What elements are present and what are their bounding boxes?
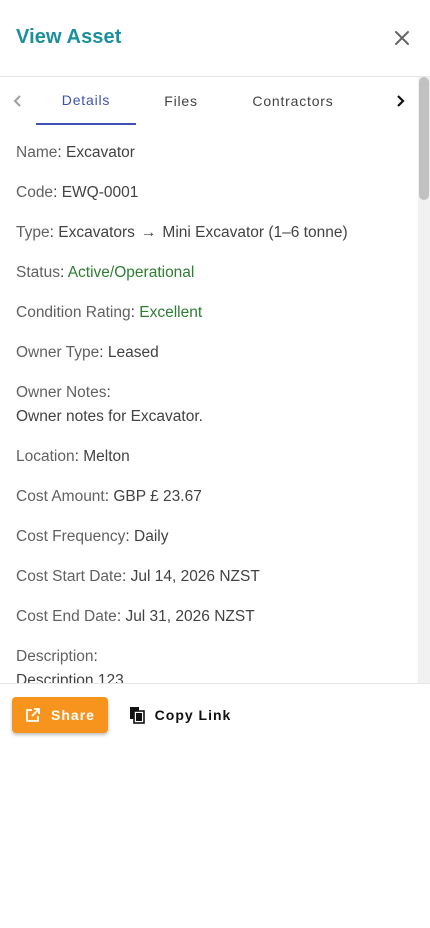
field-owner-type: Owner Type: Leased (16, 344, 159, 361)
field-value: Jul 14, 2026 NZST (130, 568, 260, 585)
tab-files[interactable]: Files (136, 77, 226, 125)
scrollbar-thumb[interactable] (419, 77, 429, 200)
field-label: Location (16, 448, 75, 465)
close-icon (395, 31, 409, 45)
field-label: Cost Start Date (16, 568, 122, 585)
field-type: Type: Excavators → Mini Excavator (1–6 ton… (16, 224, 348, 241)
tab-contractors[interactable]: Contractors (226, 77, 360, 125)
field-label: Owner Type (16, 344, 100, 361)
field-cost-start-date: Cost Start Date: Jul 14, 2026 NZST (16, 568, 260, 585)
field-label: Condition Rating (16, 304, 131, 321)
field-value: Jul 31, 2026 NZST (125, 608, 255, 625)
chevron-left-icon (13, 95, 21, 107)
field-label: Cost Amount (16, 488, 105, 505)
details-panel: Name: Excavator Code: EWQ-0001 Type: Exc… (0, 125, 418, 683)
field-value: Daily (134, 528, 169, 545)
type-subcategory: Mini Excavator (1–6 tonne) (162, 224, 348, 241)
content-scrollbar[interactable] (418, 77, 430, 683)
field-value: GBP £ 23.67 (113, 488, 202, 505)
field-cost-amount: Cost Amount: GBP £ 23.67 (16, 488, 202, 505)
field-value: EWQ-0001 (61, 184, 139, 201)
field-label: Code (16, 184, 54, 201)
field-cost-frequency: Cost Frequency: Daily (16, 528, 169, 545)
tab-scroll-left-button[interactable] (0, 77, 36, 125)
arrow-right-icon: → (140, 224, 157, 241)
field-label: Name (16, 144, 58, 161)
field-label: Owner Notes (16, 384, 107, 401)
field-label: Cost Frequency (16, 528, 126, 545)
field-label: Cost End Date (16, 608, 117, 625)
field-name: Name: Excavator (16, 144, 135, 161)
field-value: Melton (83, 448, 130, 465)
field-value: Excavator (65, 144, 135, 161)
close-button[interactable] (390, 26, 414, 50)
field-description: Description: (16, 648, 98, 665)
share-label: Share (51, 707, 95, 723)
field-location: Location: Melton (16, 448, 130, 465)
chevron-right-icon (397, 95, 405, 107)
tab-details[interactable]: Details (36, 77, 136, 125)
status-value: Active/Operational (67, 264, 195, 281)
field-label: Status (16, 264, 60, 281)
field-status: Status: Active/Operational (16, 264, 195, 281)
dialog-title: View Asset (16, 26, 122, 48)
field-owner-notes: Owner Notes: (16, 384, 111, 401)
condition-value: Excellent (139, 304, 203, 321)
description-value: Description 123 (16, 672, 124, 683)
field-cost-end-date: Cost End Date: Jul 31, 2026 NZST (16, 608, 255, 625)
dialog-header: View Asset (0, 0, 430, 77)
field-value: Leased (107, 344, 159, 361)
open-in-new-icon (26, 708, 40, 722)
share-button[interactable]: Share (12, 697, 108, 733)
footer-divider (0, 683, 430, 684)
field-code: Code: EWQ-0001 (16, 184, 139, 201)
field-label: Description (16, 648, 94, 665)
field-label: Type (16, 224, 50, 241)
copy-link-button[interactable]: Copy Link (122, 697, 238, 733)
type-category: Excavators (58, 224, 135, 241)
copy-icon (129, 707, 145, 724)
owner-notes-value: Owner notes for Excavator. (16, 408, 203, 425)
tab-bar: Details Files Contractors (0, 77, 418, 125)
field-condition-rating: Condition Rating: Excellent (16, 304, 203, 321)
tab-scroll-right-button[interactable] (382, 77, 418, 125)
copy-label: Copy Link (154, 707, 232, 723)
